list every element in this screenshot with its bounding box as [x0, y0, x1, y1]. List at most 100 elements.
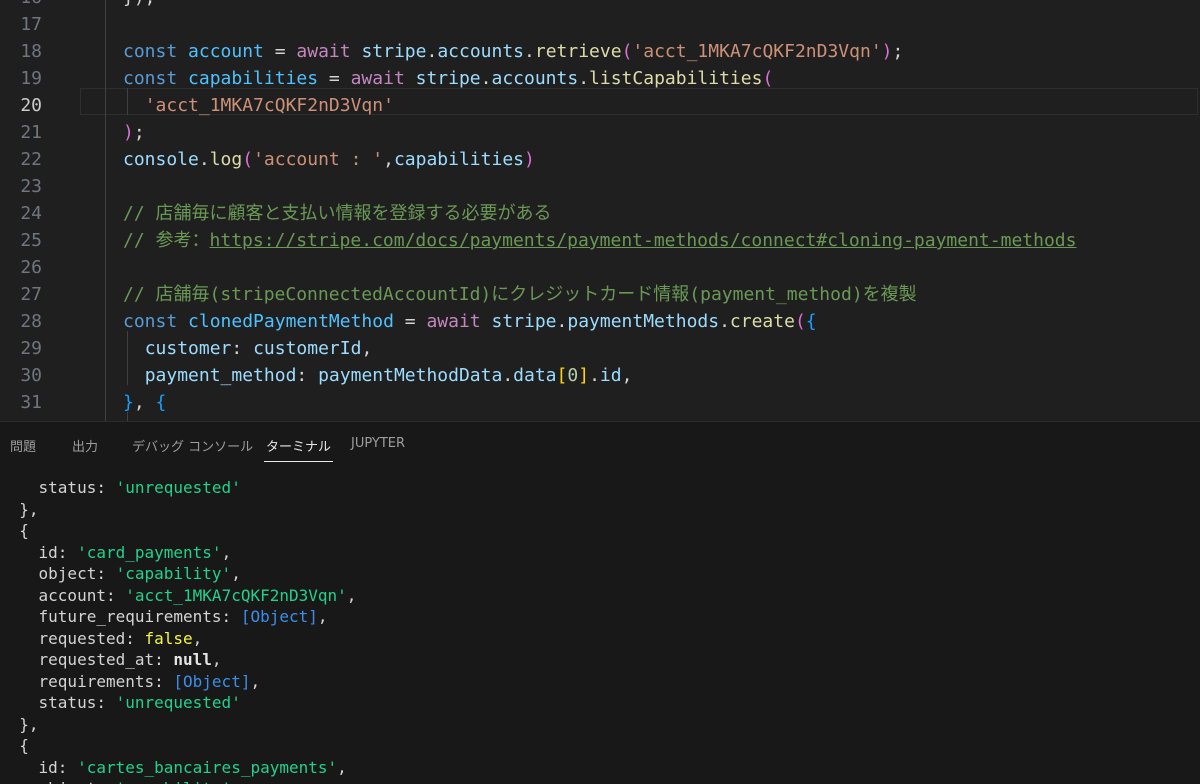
code-token: accounts	[491, 68, 579, 89]
terminal-token: 'unrequested'	[115, 693, 241, 712]
code-line[interactable]: 20 'acct_1MKA7cQKF2nD3Vqn'	[0, 92, 1200, 119]
terminal-token: ,	[211, 650, 222, 669]
line-code: // 店舗毎(stripeConnectedAccountId)にクレジットカー…	[123, 281, 917, 308]
line-number: 27	[20, 284, 42, 305]
line-number: 30	[20, 365, 42, 386]
code-token: 'acct_1MKA7cQKF2nD3Vqn'	[144, 95, 394, 116]
tab-terminal[interactable]: ターミナル	[263, 436, 334, 462]
code-token: stripe	[361, 41, 427, 62]
terminal-token: requirements:	[0, 671, 174, 691]
terminal-line: requested: false,	[0, 628, 1200, 650]
code-token: https://stripe.com/docs/payments/payment…	[209, 230, 1077, 251]
line-code: }, {	[123, 389, 166, 416]
terminal-token: {	[0, 736, 29, 755]
terminal-token: null	[173, 650, 212, 669]
code-line[interactable]: 22 console.log('account : ',capabilities)	[0, 146, 1200, 173]
code-line[interactable]: 26	[0, 254, 1200, 281]
tab-debug-console[interactable]: デバッグ コンソール	[132, 436, 253, 455]
code-token: console	[123, 149, 199, 170]
line-number: 22	[20, 149, 42, 170]
code-token: .	[502, 365, 514, 386]
code-token: clonedPaymentMethod	[188, 311, 394, 332]
code-token: stripe	[491, 311, 557, 332]
code-token: {	[155, 392, 167, 413]
code-line[interactable]: 29 customer: customerId,	[0, 335, 1200, 362]
terminal-token: future_requirements:	[0, 607, 241, 626]
code-token: ;	[892, 41, 904, 62]
terminal-token: false	[144, 628, 193, 648]
code-token: await	[426, 311, 492, 332]
terminal-token: [Object]	[240, 607, 318, 626]
code-token: 'account : '	[253, 149, 384, 170]
code-line[interactable]: 24 // 店舗毎に顧客と支払い情報を登録する必要がある	[0, 200, 1200, 227]
code-line[interactable]: 25 // 参考：https://stripe.com/docs/payments…	[0, 227, 1200, 254]
code-line[interactable]: 30 payment_method: paymentMethodData.dat…	[0, 362, 1200, 389]
code-token: .	[426, 41, 438, 62]
code-line[interactable]: 18 const account = await stripe.accounts.…	[0, 38, 1200, 65]
code-line[interactable]: 19 const capabilities = await stripe.acco…	[0, 65, 1200, 92]
bottom-panel: 問題 出力 デバッグ コンソール ターミナル JUPYTER status: '…	[0, 421, 1200, 784]
code-line[interactable]: 17	[0, 11, 1200, 38]
code-editor[interactable]: 16});1718const account = await stripe.ac…	[0, 0, 1200, 421]
code-token: account	[188, 41, 264, 62]
line-number: 26	[20, 257, 42, 278]
line-code: payment_method: paymentMethodData.data[0…	[123, 362, 633, 389]
line-code: // 参考：https://stripe.com/docs/payments/p…	[123, 227, 1076, 254]
line-number: 29	[20, 338, 42, 359]
line-code: // 店舗毎に顧客と支払い情報を登録する必要がある	[123, 200, 552, 227]
code-token: payment_method	[144, 365, 297, 386]
code-token: customer	[144, 338, 232, 359]
line-number: 25	[20, 230, 42, 251]
code-token: // 店舗毎(stripeConnectedAccountId)にクレジットカー…	[123, 284, 917, 305]
code-token: (	[242, 149, 254, 170]
terminal-line: {	[0, 520, 1200, 542]
tab-jupyter[interactable]: JUPYTER	[351, 436, 405, 451]
code-token: =	[263, 41, 297, 62]
code-token: )	[524, 149, 535, 170]
line-number: 21	[20, 122, 42, 143]
terminal-token: requested:	[0, 628, 145, 648]
line-code: console.log('account : ',capabilities)	[123, 146, 535, 173]
code-line[interactable]: 27 // 店舗毎(stripeConnectedAccountId)にクレジット…	[0, 281, 1200, 308]
code-token: ]	[578, 365, 590, 386]
code-line[interactable]: 23	[0, 173, 1200, 200]
code-token: paymentMethods	[567, 311, 720, 332]
terminal-token: ,	[317, 607, 328, 626]
terminal-output[interactable]: status: 'unrequested' }, { id: 'card_pay…	[0, 466, 1200, 784]
code-token: (	[621, 41, 633, 62]
code-token: id	[599, 365, 622, 386]
line-number: 17	[20, 14, 42, 35]
line-code: customer: customerId,	[123, 335, 373, 362]
code-token: await	[296, 41, 362, 62]
terminal-token: },	[0, 714, 39, 734]
terminal-token: status:	[0, 693, 116, 712]
tab-problems[interactable]: 問題	[10, 436, 36, 455]
code-token: paymentMethodData	[318, 365, 503, 386]
line-number: 16	[0, 0, 42, 11]
code-token: 'acct_1MKA7cQKF2nD3Vqn'	[632, 41, 882, 62]
terminal-token: requested_at:	[0, 650, 174, 669]
code-line[interactable]: 21);	[0, 119, 1200, 146]
terminal-line: future_requirements: [Object],	[0, 606, 1200, 628]
line-code: const account = await stripe.accounts.re…	[123, 38, 903, 65]
code-line[interactable]: 31}, {	[0, 389, 1200, 416]
code-token: listCapabilities	[589, 68, 763, 89]
code-token: .	[480, 68, 492, 89]
tab-output[interactable]: 出力	[72, 436, 98, 455]
terminal-token: status:	[0, 478, 116, 497]
terminal-token: 'capability'	[115, 564, 232, 583]
terminal-token: ,	[231, 779, 241, 784]
code-token: )	[881, 41, 893, 62]
code-token: const	[123, 311, 189, 332]
line-number: 24	[20, 203, 42, 224]
code-token: .	[556, 311, 568, 332]
code-token: accounts	[437, 41, 525, 62]
code-token: =	[318, 68, 351, 89]
code-line[interactable]: 28 const clonedPaymentMethod = await stri…	[0, 308, 1200, 335]
line-number: 18	[20, 41, 42, 62]
code-line[interactable]: 16});	[0, 0, 1200, 11]
terminal-line: status: 'unrequested'	[0, 692, 1200, 714]
